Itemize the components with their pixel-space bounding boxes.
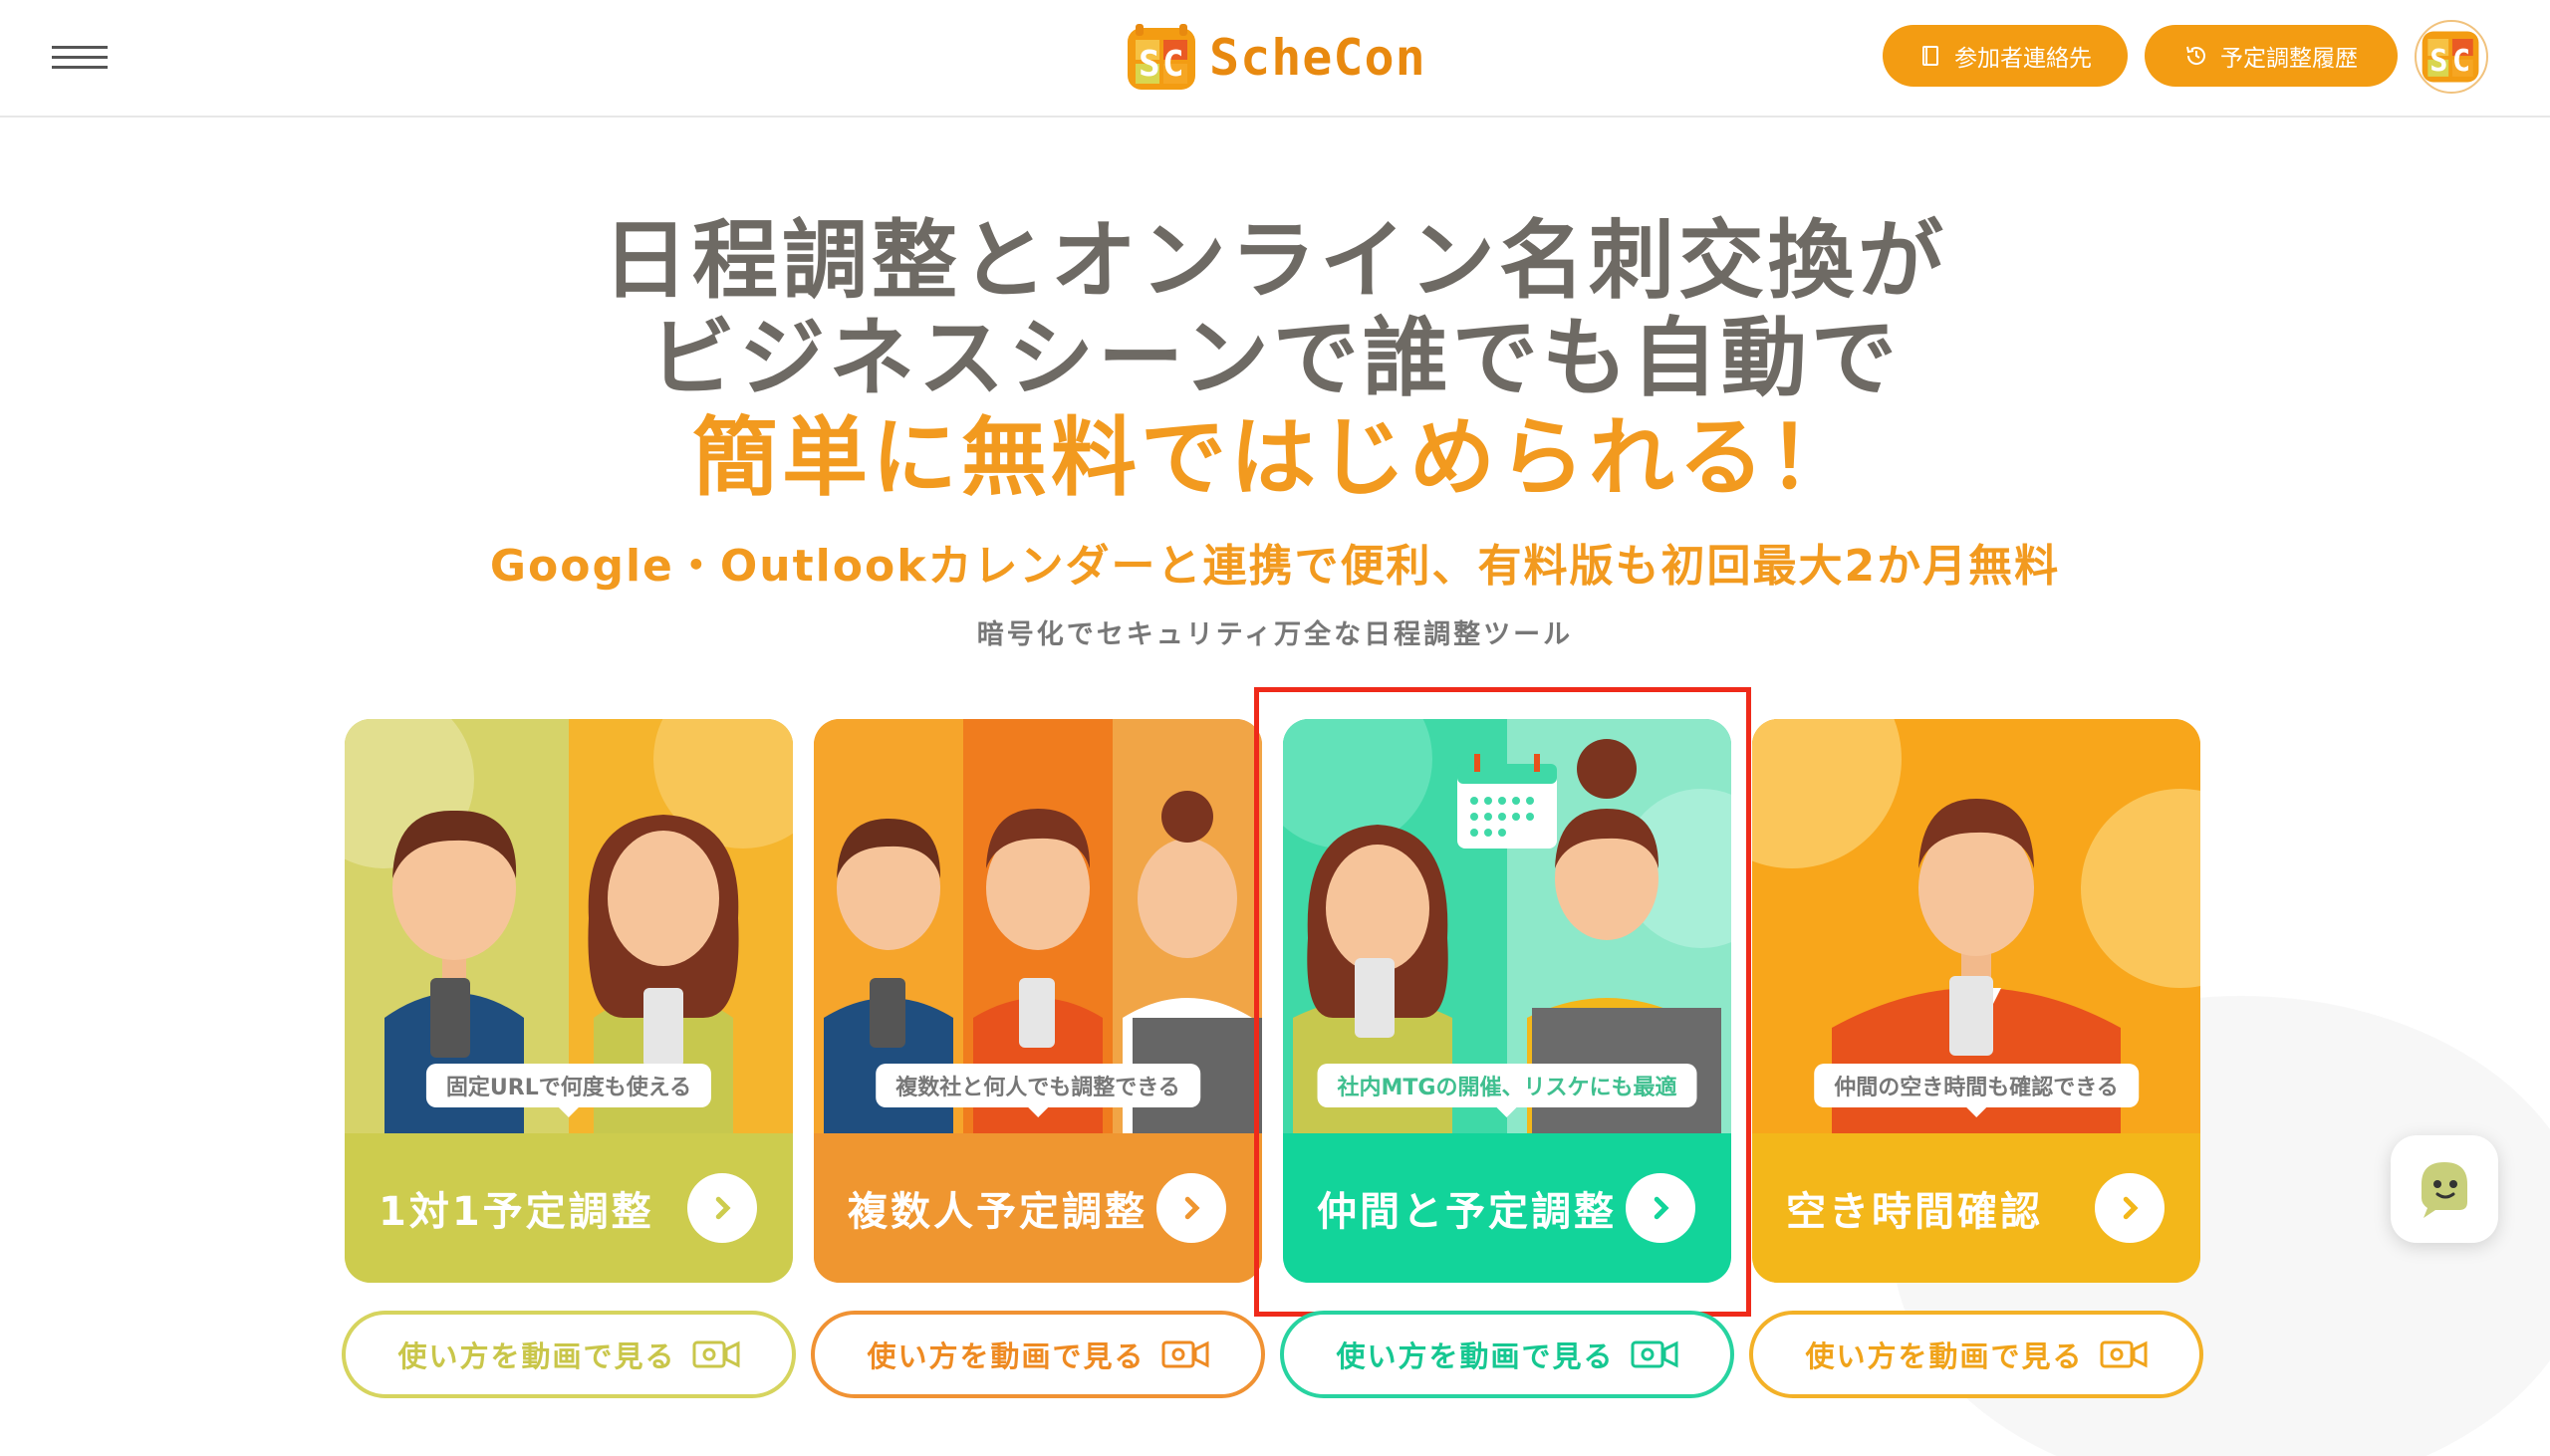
video-button-one-on-one[interactable]: 使い方を動画で見る [342,1311,796,1398]
book-icon [1922,46,1938,66]
chevron-right-icon[interactable] [2095,1173,2165,1243]
svg-text:S: S [2429,44,2447,79]
card-one-on-one[interactable]: 固定URLで何度も使える 1対1予定調整 [345,719,793,1283]
chat-icon [2422,1162,2467,1218]
logo[interactable]: S C ScheCon [1126,20,1426,96]
video-icon [1631,1340,1677,1368]
video-button-free-time[interactable]: 使い方を動画で見る [1749,1311,2203,1398]
svg-text:S: S [1139,44,1160,85]
card-title: 1対1予定調整 [379,1189,654,1235]
history-icon [2186,46,2205,65]
video-button-team-schedule[interactable]: 使い方を動画で見る [1280,1311,1734,1398]
hero-tagline: 暗号化でセキュリティ万全な日程調整ツール [976,619,1574,650]
video-icon [692,1340,739,1368]
card-footer[interactable]: 1対1予定調整 [345,1133,793,1283]
video-button-multi-person[interactable]: 使い方を動画で見る [811,1311,1265,1398]
card-free-time[interactable]: 仲間の空き時間も確認できる 空き時間確認 [1752,719,2200,1283]
avatar[interactable]: S C [2415,20,2488,94]
schecon-logo-icon: S C [1128,24,1195,90]
card-tag: 仲間の空き時間も確認できる [1814,1064,2139,1117]
menu-icon[interactable] [52,44,108,72]
card-title: 複数人予定調整 [848,1189,1148,1235]
video-button-label: 使い方を動画で見る [397,1339,676,1373]
video-icon [1161,1340,1208,1368]
chat-widget[interactable] [2391,1135,2498,1243]
card-tag: 社内MTGの開催、リスケにも最適 [1317,1064,1697,1117]
card-multi-person[interactable]: 複数社と何人でも調整できる 複数人予定調整 [814,719,1262,1283]
video-button-label: 使い方を動画で見る [1336,1339,1615,1373]
card-tag: 固定URLで何度も使える [425,1064,712,1117]
chevron-right-icon[interactable] [1626,1173,1695,1243]
hero-line-2: ビジネスシーンで誰でも自動で [649,309,1901,408]
hero-line-1: 日程調整とオンライン名刺交換が [603,211,1947,311]
chevron-right-icon[interactable] [1156,1173,1226,1243]
card-footer[interactable]: 仲間と予定調整 [1283,1133,1731,1283]
card-footer[interactable]: 複数人予定調整 [814,1133,1262,1283]
card-footer[interactable]: 空き時間確認 [1752,1133,2200,1283]
card-title: 空き時間確認 [1786,1189,2043,1235]
video-button-label: 使い方を動画で見る [867,1339,1146,1373]
card-tag: 複数社と何人でも調整できる [876,1064,1200,1117]
contacts-label: 参加者連絡先 [1954,46,2092,72]
video-icon [2100,1340,2147,1368]
history-button[interactable]: 予定調整履歴 [2145,25,2398,87]
history-label: 予定調整履歴 [2220,46,2358,72]
logo-text: ScheCon [1209,29,1426,87]
video-button-label: 使い方を動画で見る [1805,1339,2084,1373]
card-team-schedule[interactable]: 社内MTGの開催、リスケにも最適 仲間と予定調整 [1283,719,1731,1283]
avatar-logo-icon: S C [2422,31,2479,83]
hero-line-3: 簡単に無料ではじめられる！ [692,408,1858,508]
header: S C ScheCon 参加者連絡先 予定調整履歴 S C [0,0,2550,118]
svg-text:C: C [2452,44,2470,79]
contacts-button[interactable]: 参加者連絡先 [1883,25,2128,87]
hero-subtitle: Google・Outlookカレンダーと連携で便利、有料版も初回最大2か月無料 [489,541,2061,592]
card-title: 仲間と予定調整 [1317,1189,1617,1235]
chevron-right-icon[interactable] [687,1173,757,1243]
svg-text:C: C [1162,44,1184,85]
